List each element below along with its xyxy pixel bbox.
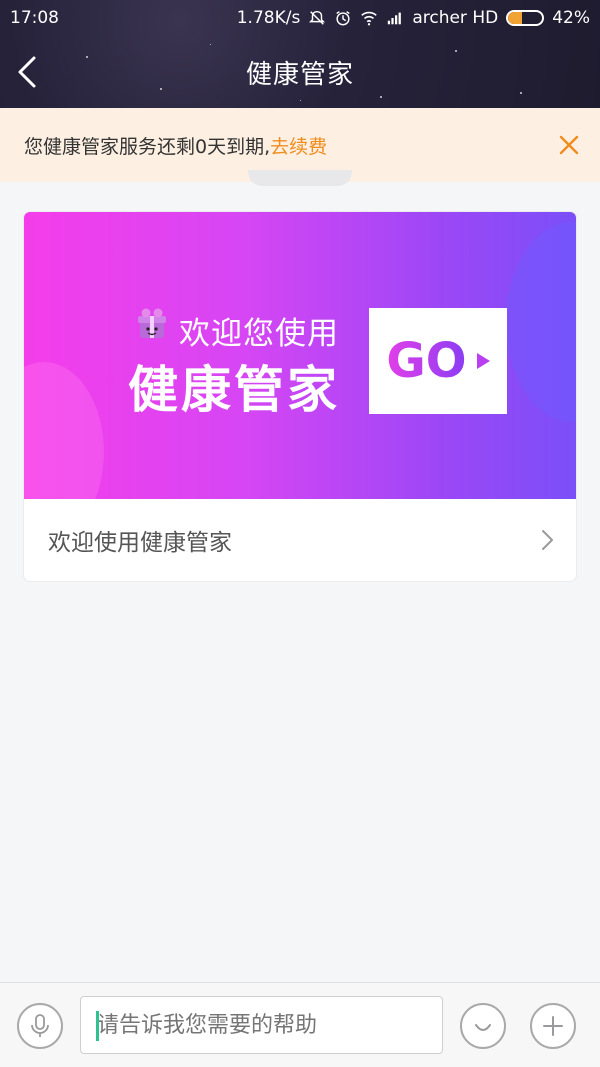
app-header: 17:08 1.78K/s archer HD 42% 健康管家 <box>0 0 600 108</box>
nav-bar: 健康管家 <box>0 36 600 108</box>
smiley-icon <box>475 1024 491 1031</box>
close-icon[interactable] <box>558 134 580 156</box>
carrier-name: archer HD <box>412 8 499 28</box>
play-arrow-icon <box>476 353 490 369</box>
plus-icon <box>543 1016 563 1036</box>
bell-muted-icon <box>309 10 326 25</box>
gift-icon <box>138 308 166 338</box>
status-time: 17:08 <box>10 8 59 28</box>
voice-button[interactable] <box>17 1003 63 1049</box>
text-caret <box>96 1011 99 1041</box>
alarm-icon <box>336 11 351 26</box>
welcome-row-label: 欢迎使用健康管家 <box>48 530 232 556</box>
chevron-right-icon <box>542 530 553 550</box>
signal-icon <box>388 12 402 25</box>
battery-percent: 42% <box>552 8 590 28</box>
notice-message: 您健康管家服务还剩0天到期, <box>24 135 271 158</box>
page-title: 健康管家 <box>245 59 354 90</box>
message-input[interactable] <box>80 996 443 1054</box>
go-button[interactable]: GO <box>369 308 507 414</box>
emoji-button[interactable] <box>460 1003 506 1049</box>
chevron-left-icon[interactable] <box>14 54 44 90</box>
battery-icon <box>506 10 545 26</box>
go-label: GO <box>386 333 467 389</box>
network-speed: 1.78K/s <box>236 8 301 28</box>
pull-handle <box>248 170 352 186</box>
banner-title: 健康管家 <box>128 361 340 419</box>
renew-link[interactable]: 去续费 <box>270 132 327 159</box>
banner-greeting: 欢迎您使用 <box>179 316 339 352</box>
welcome-banner[interactable]: 欢迎您使用 健康管家 GO <box>24 212 576 499</box>
welcome-row[interactable]: 欢迎使用健康管家 <box>24 499 576 581</box>
add-button[interactable] <box>530 1003 576 1049</box>
wifi-icon <box>361 11 378 26</box>
welcome-card[interactable]: 欢迎您使用 健康管家 GO 欢迎使用健康管家 <box>24 212 576 581</box>
status-bar: 17:08 1.78K/s archer HD 42% <box>0 0 600 36</box>
input-bar <box>0 982 600 1067</box>
microphone-icon <box>31 1014 49 1037</box>
